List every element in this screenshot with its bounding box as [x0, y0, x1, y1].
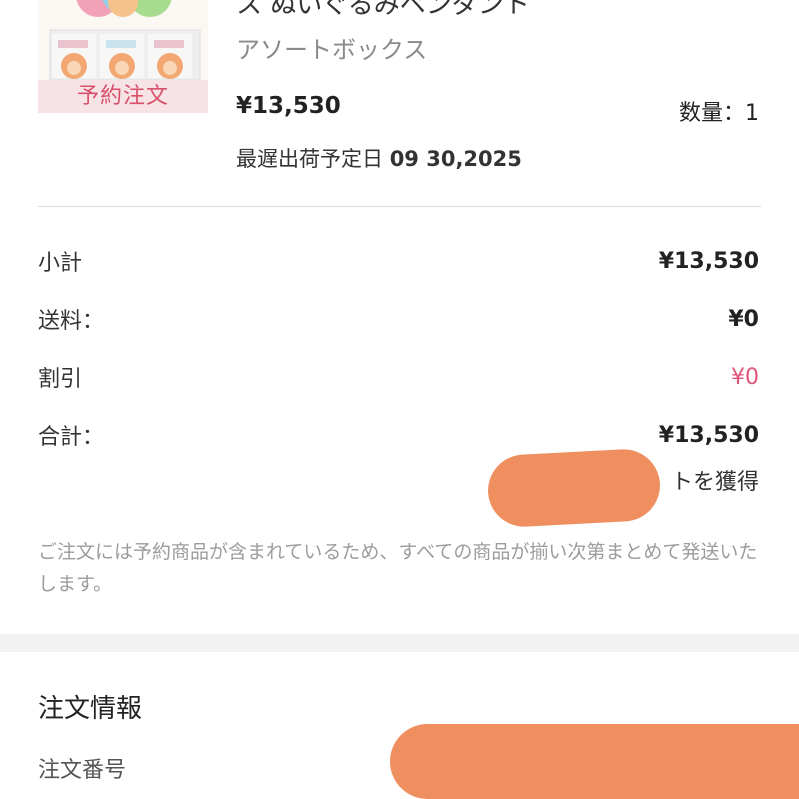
latest-ship-date: 最遅出荷予定日 09 30,2025	[236, 143, 522, 173]
ship-date-label: 最遅出荷予定日	[236, 147, 383, 171]
product-image	[38, 0, 208, 80]
total-label: 合計：	[38, 425, 105, 450]
total-row: 合計： ¥13,530	[38, 418, 759, 452]
product-price: ¥13,530	[236, 93, 341, 119]
discount-value: ¥0	[731, 364, 759, 390]
preorder-note: ご注文には予約商品が含まれているため、すべての商品が揃い次第まとめて発送いたしま…	[38, 541, 758, 595]
total-value: ¥13,530	[658, 422, 759, 448]
product-quantity: 数量：1	[679, 101, 759, 126]
points-earned-text: トを獲得	[670, 470, 759, 495]
order-info-title: 注文情報	[38, 694, 143, 724]
product-thumbnail[interactable]: 予約注文	[38, 0, 208, 113]
shipping-value: ¥0	[728, 306, 759, 332]
discount-label: 割引	[38, 367, 83, 392]
subtotal-label: 小計	[38, 251, 83, 276]
discount-row: 割引 ¥0	[38, 360, 759, 394]
order-number-label: 注文番号	[38, 758, 127, 783]
subtotal-value: ¥13,530	[658, 248, 759, 274]
preorder-badge: 予約注文	[38, 80, 208, 113]
product-variant: アソートボックス	[236, 36, 428, 64]
redaction-mark	[486, 447, 662, 529]
redaction-mark	[390, 724, 799, 799]
ship-date-value: 09 30,2025	[389, 147, 522, 171]
shipping-label: 送料：	[38, 309, 105, 334]
product-name[interactable]: ス ぬいぐるみペンダント	[236, 0, 530, 21]
section-separator	[0, 634, 799, 652]
subtotal-row: 小計 ¥13,530	[38, 244, 759, 278]
shipping-row: 送料： ¥0	[38, 302, 759, 336]
divider	[38, 206, 761, 207]
